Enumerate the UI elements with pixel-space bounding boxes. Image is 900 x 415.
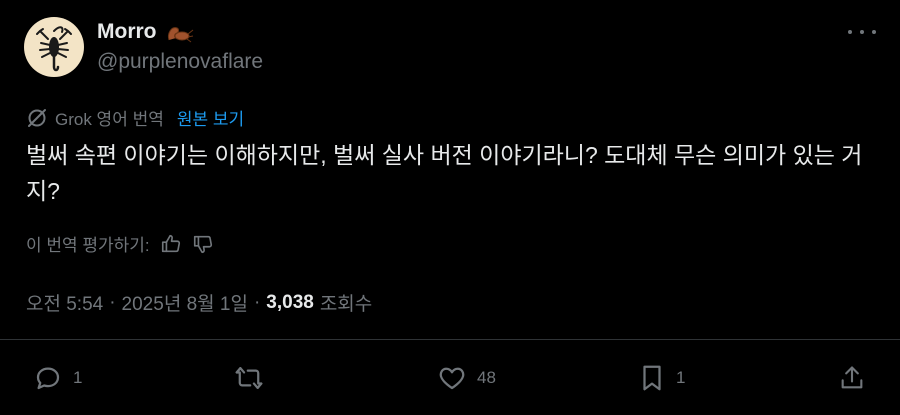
- bookmark-button[interactable]: 1: [638, 363, 685, 393]
- dot-icon: [872, 30, 876, 34]
- dot-icon: [860, 30, 864, 34]
- more-options-button[interactable]: [848, 22, 876, 42]
- translation-provider-label: Grok 영어 번역: [55, 110, 164, 129]
- tweet-text: 벌써 속편 이야기는 이해하지만, 벌써 실사 버전 이야기라니? 도대체 무슨…: [26, 142, 863, 204]
- thumbs-up-icon[interactable]: [160, 233, 182, 255]
- like-button[interactable]: 48: [437, 363, 496, 393]
- bookmark-count: 1: [676, 368, 686, 387]
- reply-icon: [36, 367, 60, 390]
- meta-separator: ·: [253, 291, 261, 313]
- scorpion-icon: [167, 27, 193, 43]
- bookmark-icon: [643, 365, 661, 391]
- share-icon: [841, 366, 863, 389]
- avatar[interactable]: [24, 17, 84, 77]
- tweet-meta: 오전 5:54 · 2025년 8월 1일 · 3,038 조회수: [26, 289, 372, 316]
- retweet-icon: [235, 367, 263, 389]
- rate-translation: 이 번역 평가하기:: [26, 231, 214, 256]
- tweet-time[interactable]: 오전 5:54: [26, 289, 103, 316]
- views-count: 3,038: [266, 291, 314, 313]
- grok-icon: [28, 108, 46, 127]
- reply-count: 1: [73, 368, 83, 387]
- rate-translation-label: 이 번역 평가하기:: [26, 236, 150, 255]
- views-label: 조회수: [319, 294, 373, 315]
- reply-button[interactable]: 1: [33, 363, 82, 393]
- dot-icon: [848, 30, 852, 34]
- display-name-text: Morro: [97, 20, 157, 43]
- meta-separator: ·: [109, 291, 116, 313]
- author-display-name[interactable]: Morro: [97, 20, 195, 44]
- scorpion-icon: [36, 26, 72, 72]
- like-count: 48: [477, 368, 496, 387]
- share-button[interactable]: [838, 363, 866, 393]
- show-original-link[interactable]: 원본 보기: [177, 105, 244, 130]
- translation-bar: Grok 영어 번역 원본 보기: [26, 105, 244, 130]
- retweet-button[interactable]: [233, 363, 275, 393]
- author-handle[interactable]: @purplenovaflare: [97, 50, 263, 74]
- heart-icon: [439, 367, 465, 390]
- thumbs-down-icon[interactable]: [192, 233, 214, 255]
- tweet-date[interactable]: 2025년 8월 1일: [122, 289, 248, 316]
- divider: [0, 339, 900, 340]
